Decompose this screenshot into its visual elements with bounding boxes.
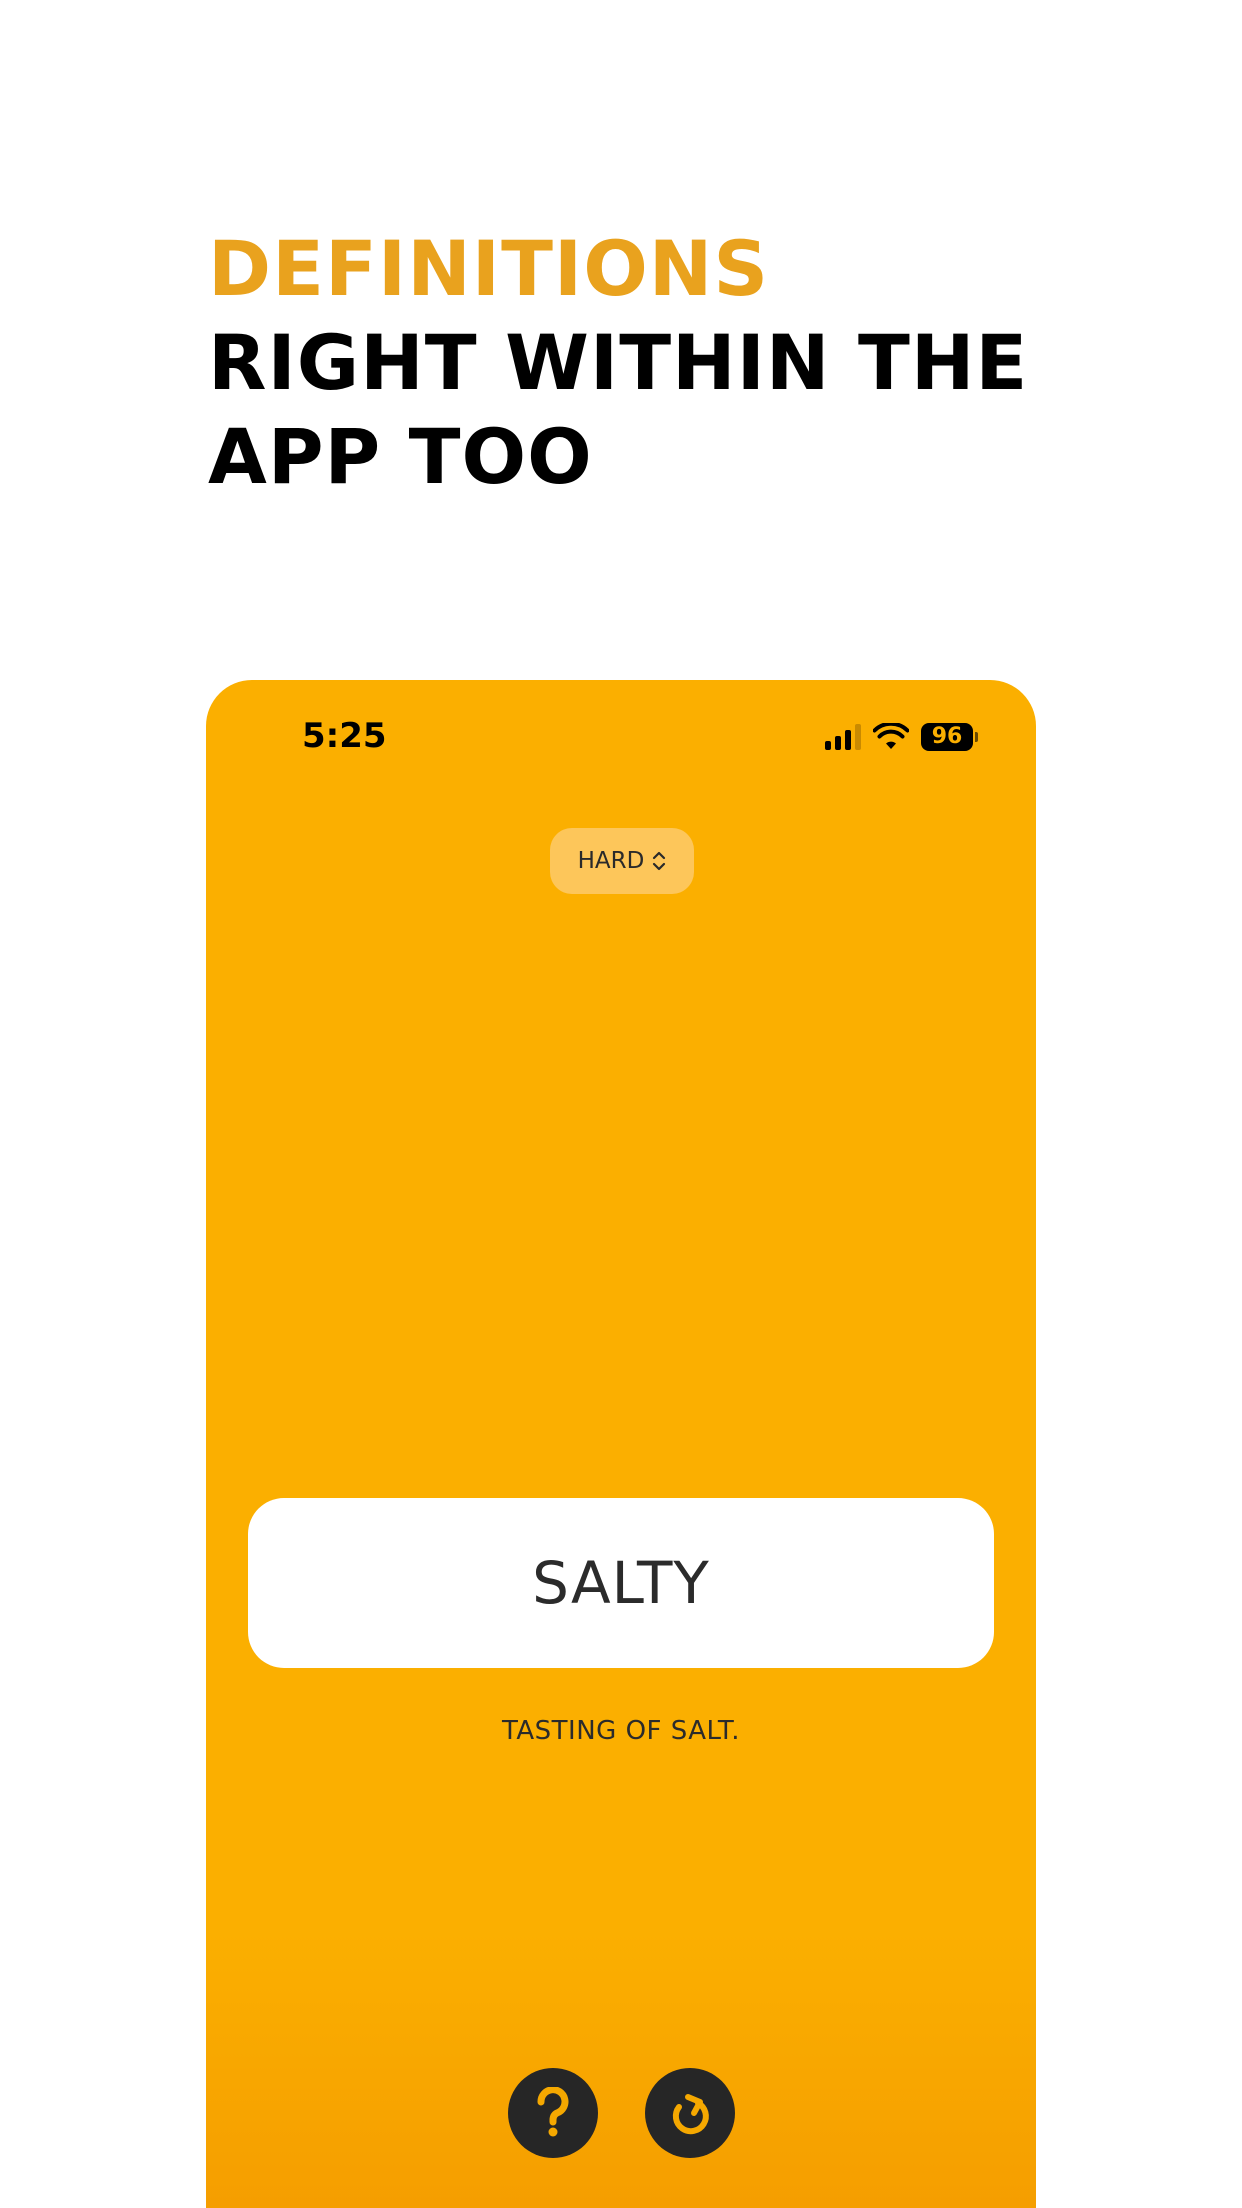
status-time: 5:25 <box>302 716 387 756</box>
cellular-signal-icon <box>825 724 861 750</box>
status-icons: 96 <box>825 720 978 754</box>
word-card[interactable]: SALTY <box>248 1498 994 1668</box>
chevron-up-down-icon <box>653 851 666 871</box>
question-mark-icon <box>537 2087 569 2137</box>
headline-line-2: APP TOO <box>208 412 593 501</box>
refresh-icon <box>672 2094 709 2135</box>
battery-icon: 96 <box>921 723 973 751</box>
difficulty-selector[interactable]: HARD <box>550 828 694 894</box>
definition-text: TASTING OF SALT. <box>502 1716 740 1746</box>
promo-headline: DEFINITIONS RIGHT WITHIN THE APP TOO <box>208 222 1028 504</box>
headline-line-1: RIGHT WITHIN THE <box>208 318 1029 407</box>
refresh-button[interactable] <box>645 2068 735 2158</box>
battery-tip <box>975 732 978 742</box>
wifi-icon <box>873 723 909 749</box>
phone-screen: 5:25 96 HARD SALTY TASTING OF SALT. <box>206 680 1036 2208</box>
help-button[interactable] <box>508 2068 598 2158</box>
difficulty-label: HARD <box>577 848 645 874</box>
word-text: SALTY <box>532 1549 710 1617</box>
headline-accent: DEFINITIONS <box>208 224 770 313</box>
